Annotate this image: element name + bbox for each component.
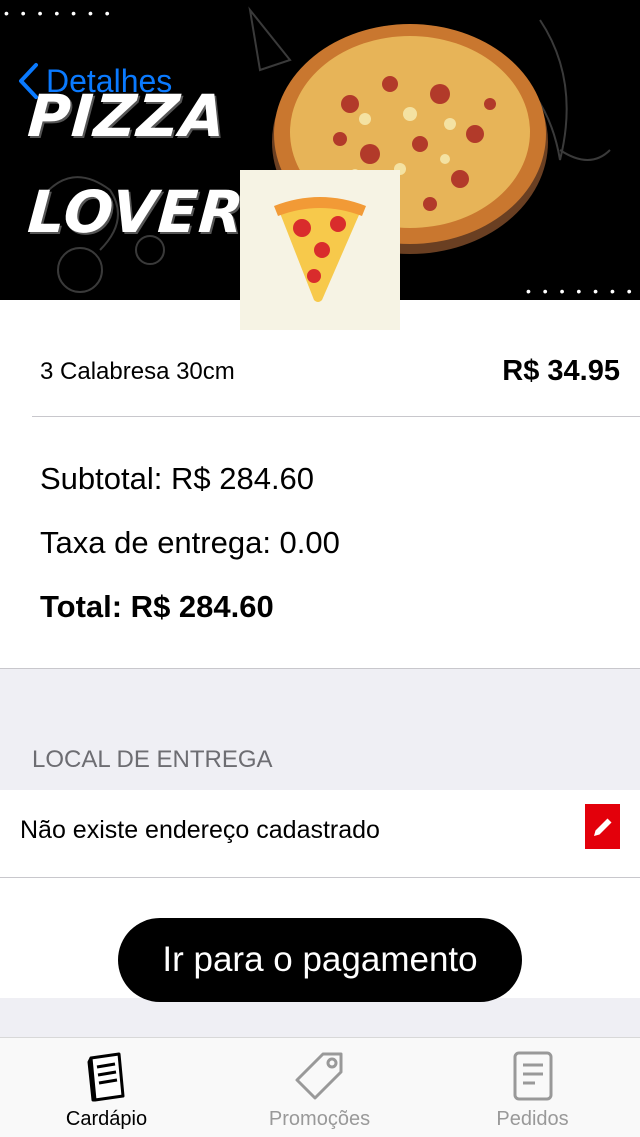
chevron-left-icon: [19, 63, 38, 99]
dots-decoration: • • • • • • •: [526, 283, 636, 299]
go-to-payment-button[interactable]: Ir para o pagamento: [118, 918, 522, 1002]
pencil-icon: [593, 818, 611, 836]
order-item-row: 3 Calabresa 30cm R$ 34.95: [40, 355, 620, 388]
tab-label-cardapio: Cardápio: [65, 1108, 148, 1130]
tab-pedidos[interactable]: Pedidos: [426, 1038, 639, 1137]
pizza-slice-icon: [274, 197, 366, 302]
tab-cardapio[interactable]: Cardápio: [0, 1038, 213, 1137]
tab-promocoes[interactable]: Promoções: [213, 1038, 426, 1137]
item-name: 3 Calabresa 30cm: [40, 357, 235, 385]
item-price: R$ 34.95: [502, 355, 620, 387]
back-button[interactable]: Detalhes: [16, 62, 172, 100]
payment-bar: Ir para o pagamento: [0, 878, 640, 1002]
delivery-address-row: Não existe endereço cadastrado: [0, 790, 640, 877]
address-text: Não existe endereço cadastrado: [20, 816, 380, 844]
subtotal-text: Subtotal: R$ 284.60: [40, 461, 315, 496]
tag-icon: [295, 1052, 342, 1100]
divider: [32, 416, 640, 417]
banner-title-lover: LOVER: [25, 178, 247, 246]
tab-bar: Cardápio Promoções Pedidos: [0, 1037, 640, 1137]
back-label: Detalhes: [46, 62, 173, 99]
total-text: Total: R$ 284.60: [40, 589, 274, 624]
pizza-slice-logo: [240, 170, 400, 330]
tab-label-promocoes: Promoções: [268, 1108, 371, 1130]
divider: [0, 668, 640, 669]
delivery-fee-text: Taxa de entrega: 0.00: [40, 525, 340, 560]
tab-label-pedidos: Pedidos: [496, 1108, 569, 1130]
status-bar-time: 9:21: [290, 10, 345, 35]
delivery-section-title: LOCAL DE ENTREGA: [32, 746, 273, 773]
menu-book-icon: [87, 1052, 124, 1102]
dots-decoration: • • • • • • •: [4, 5, 114, 21]
edit-address-button[interactable]: [585, 804, 620, 849]
document-icon: [513, 1051, 552, 1101]
